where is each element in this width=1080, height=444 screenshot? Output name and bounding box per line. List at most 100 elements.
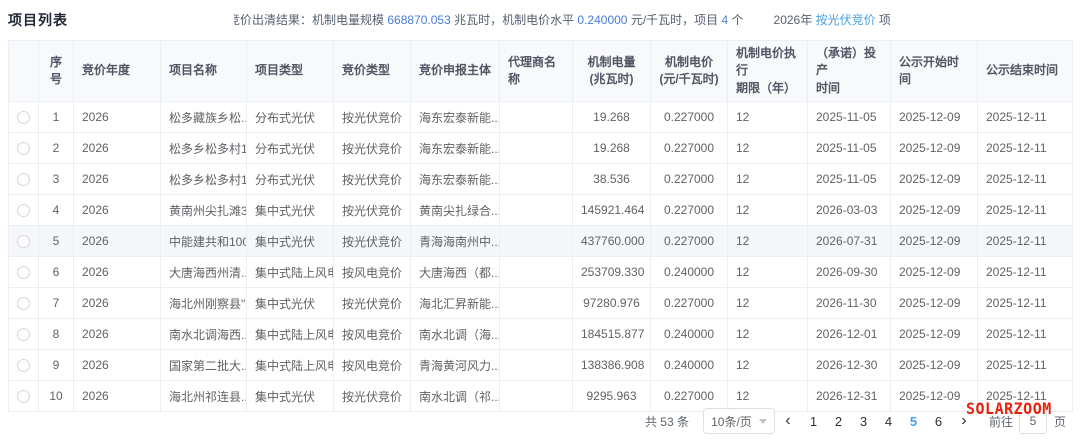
table-cell-publicity-start: 2025-12-09 [891,319,978,350]
table-cell-seq: 5 [39,226,74,257]
table-cell-agent-name [500,133,573,164]
table-cell-price-term: 12 [728,164,808,195]
page-number-3[interactable]: 3 [851,408,876,434]
table-cell-project-name: 国家第二批大... [161,350,247,381]
table-cell-seq: 1 [39,102,74,133]
table-cell-mech-price: 0.227000 [651,195,728,226]
table-row[interactable]: 6 2026 大唐海西州清... 集中式陆上风电 按风电竞价 大唐海西（都...… [9,257,1073,288]
row-radio-button[interactable] [17,266,30,279]
table-cell-radio [9,226,39,257]
table-cell-price-term: 12 [728,350,808,381]
notice-text: 竞价出清结果：机制电量规模 [234,13,387,27]
table-cell-bid-entity: 海东宏泰新能... [411,102,500,133]
table-cell-bid-year: 2026 [74,102,161,133]
table-cell-radio [9,257,39,288]
table-cell-production-time: 2026-09-30 [808,257,891,288]
table-cell-price-term: 12 [728,319,808,350]
solarzoom-watermark: SOLARZOOM [966,400,1052,419]
header-project-type: 项目类型 [247,41,334,102]
table-cell-mech-energy: 184515.877 [573,319,651,350]
table-cell-agent-name [500,195,573,226]
table-row[interactable]: 5 2026 中能建共和100... 集中式光伏 按光伏竞价 青海海南州中...… [9,226,1073,257]
table-cell-project-type: 集中式陆上风电 [247,319,334,350]
header-publicity-end: 公示结束时间 [978,41,1073,102]
table-cell-bid-year: 2026 [74,288,161,319]
page-root: 项目列表 竞价出清结果：机制电量规模 668870.053 兆瓦时，机制电价水平… [0,0,1080,444]
page-number-6[interactable]: 6 [926,408,951,434]
table-cell-mech-price: 0.240000 [651,257,728,288]
notice-text: 元/千瓦时，项目 [627,13,721,27]
table-cell-price-term: 12 [728,257,808,288]
row-radio-button[interactable] [17,204,30,217]
page-number-5[interactable]: 5 [901,408,926,434]
table-cell-bid-entity: 大唐海西（都... [411,257,500,288]
notice-text: 兆瓦时，机制电价水平 [451,13,578,27]
table-cell-project-name: 松多乡松多村1... [161,133,247,164]
table-cell-mech-price: 0.240000 [651,350,728,381]
table-row[interactable]: 8 2026 南水北调海西... 集中式陆上风电 按风电竞价 南水北调（海...… [9,319,1073,350]
row-radio-button[interactable] [17,142,30,155]
table-row[interactable]: 7 2026 海北州刚察县"... 集中式光伏 按光伏竞价 海北汇昇新能... … [9,288,1073,319]
table-cell-bid-entity: 青海海南州中... [411,226,500,257]
table-cell-bid-entity: 海东宏泰新能... [411,133,500,164]
prev-page-button[interactable]: ‹ [777,408,799,434]
table-cell-bid-year: 2026 [74,164,161,195]
table-cell-project-type: 集中式光伏 [247,226,334,257]
row-radio-button[interactable] [17,235,30,248]
table-cell-seq: 10 [39,381,74,412]
clearing-result-notice: 竞价出清结果：机制电量规模 668870.053 兆瓦时，机制电价水平 0.24… [234,11,890,28]
table-cell-bid-year: 2026 [74,133,161,164]
table-cell-bid-entity: 青海黄河风力... [411,350,500,381]
row-radio-button[interactable] [17,359,30,372]
table-cell-project-name: 松多乡松多村1... [161,164,247,195]
table-cell-project-name: 中能建共和100... [161,226,247,257]
table-cell-bid-type: 按风电竞价 [334,257,411,288]
page-number-4[interactable]: 4 [876,408,901,434]
table-cell-bid-type: 按光伏竞价 [334,164,411,195]
page-number-2[interactable]: 2 [826,408,851,434]
mech-energy-value: 668870.053 [387,13,450,27]
table-row[interactable]: 3 2026 松多乡松多村1... 分布式光伏 按光伏竞价 海东宏泰新能... … [9,164,1073,195]
table-cell-publicity-start: 2025-12-09 [891,257,978,288]
notice-text: 个 [728,13,743,27]
row-radio-button[interactable] [17,390,30,403]
table-cell-bid-entity: 南水北调（祁... [411,381,500,412]
row-radio-button[interactable] [17,173,30,186]
table-cell-bid-type: 按风电竞价 [334,319,411,350]
table-cell-seq: 2 [39,133,74,164]
table-cell-bid-type: 按光伏竞价 [334,381,411,412]
table-cell-seq: 7 [39,288,74,319]
table-cell-project-name: 海北州祁连县... [161,381,247,412]
table-cell-mech-price: 0.227000 [651,226,728,257]
table-cell-project-type: 集中式光伏 [247,195,334,226]
row-radio-button[interactable] [17,297,30,310]
pv-bidding-link[interactable]: 按光伏竞价 [816,13,876,27]
table-cell-mech-energy: 138386.908 [573,350,651,381]
table-cell-bid-type: 按光伏竞价 [334,133,411,164]
table-row[interactable]: 4 2026 黄南州尖扎滩3... 集中式光伏 按光伏竞价 黄南尖扎绿合... … [9,195,1073,226]
table-cell-agent-name [500,319,573,350]
header-mech-price: 机制电价 (元/千瓦时) [651,41,728,102]
notice-text: 项目竞价出清结果：机制电量规模 [876,13,890,27]
table-cell-mech-price: 0.227000 [651,133,728,164]
table-cell-seq: 3 [39,164,74,195]
header-radio [9,41,39,102]
table-row[interactable]: 9 2026 国家第二批大... 集中式陆上风电 按风电竞价 青海黄河风力...… [9,350,1073,381]
table-cell-bid-entity: 黄南尖扎绿合... [411,195,500,226]
table-cell-bid-type: 按风电竞价 [334,350,411,381]
notice-text: 2026年 [774,13,816,27]
page-size-select[interactable]: 10条/页 [703,408,775,434]
row-radio-button[interactable] [17,328,30,341]
row-radio-button[interactable] [17,111,30,124]
table-cell-publicity-start: 2025-12-09 [891,133,978,164]
table-cell-production-time: 2025-11-05 [808,133,891,164]
table-cell-publicity-end: 2025-12-11 [978,133,1073,164]
table-cell-publicity-start: 2025-12-09 [891,288,978,319]
total-count-label: 共 53 条 [645,413,689,430]
table-row[interactable]: 2 2026 松多乡松多村1... 分布式光伏 按光伏竞价 海东宏泰新能... … [9,133,1073,164]
table-row[interactable]: 1 2026 松多藏族乡松... 分布式光伏 按光伏竞价 海东宏泰新能... 1… [9,102,1073,133]
header-production-time: （承诺）投产 时间 [808,41,891,102]
table-cell-project-name: 松多藏族乡松... [161,102,247,133]
page-number-1[interactable]: 1 [801,408,826,434]
table-cell-bid-type: 按光伏竞价 [334,102,411,133]
